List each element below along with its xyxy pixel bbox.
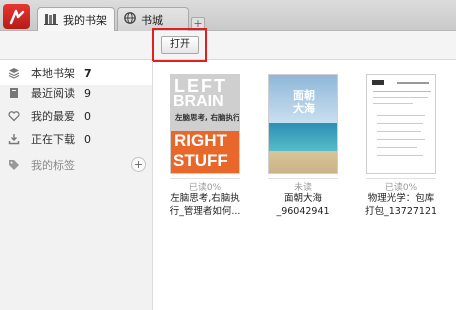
- book-title: 面朝大海_96042941: [258, 192, 348, 218]
- heart-icon: [8, 110, 20, 122]
- sidebar-item-count: 0: [84, 132, 91, 146]
- sidebar-item-label: 本地书架: [31, 67, 75, 80]
- cover-text-line: [377, 123, 423, 124]
- sidebar: 本地书架 7 最近阅读 9 我的最爱 0 正在下载 0 我的标签 +: [0, 61, 153, 310]
- book-title-line: 左脑思考,右脑执: [170, 193, 240, 204]
- cover-text-line: [373, 97, 428, 98]
- book-icon: [8, 87, 20, 99]
- book-item[interactable]: 已读0% 物理光学：包库 打包_13727121: [365, 74, 437, 217]
- book-title-line: 面朝大海_96042941: [276, 193, 330, 217]
- book-title-line: 行_管理者如何...: [169, 206, 241, 217]
- sidebar-item-count: 0: [84, 109, 91, 123]
- sidebar-item-label: 最近阅读: [31, 87, 75, 100]
- cover-text-line: [397, 82, 429, 84]
- sidebar-item-recent[interactable]: 最近阅读 9: [0, 81, 152, 105]
- bookshelf-icon: [44, 13, 58, 28]
- sidebar-item-label: 我的最爱: [31, 110, 75, 123]
- toolbar: [0, 31, 456, 60]
- cover-sand: [269, 151, 337, 173]
- cover-text-line: [373, 91, 431, 92]
- book-cover[interactable]: [366, 74, 436, 174]
- book-title: 左脑思考,右脑执 行_管理者如何...: [164, 192, 246, 218]
- book-title-line: 物理光学：包库: [367, 193, 435, 204]
- cover-sea: [269, 123, 337, 151]
- cover-text-line: [373, 103, 413, 104]
- sidebar-item-count: 7: [84, 66, 92, 80]
- cover-text-line: [377, 139, 425, 140]
- sidebar-item-downloading[interactable]: 正在下载 0: [0, 127, 152, 151]
- cover-title: 面朝大海: [293, 89, 315, 115]
- cover-word: BRAIN: [173, 93, 224, 110]
- divider: [170, 178, 240, 179]
- book-title: 物理光学：包库 打包_13727121: [360, 192, 442, 218]
- cover-text-line: [377, 115, 425, 116]
- stack-icon: [8, 67, 20, 79]
- book-title-line: 打包_13727121: [364, 206, 438, 217]
- divider: [268, 178, 338, 179]
- add-tag-button[interactable]: +: [131, 157, 146, 172]
- book-cover[interactable]: 面朝大海: [268, 74, 338, 174]
- app-logo-icon: [9, 9, 24, 24]
- sidebar-item-label: 我的标签: [31, 159, 75, 172]
- tab-bar: 我的书架 书城 +: [0, 0, 456, 32]
- cover-word: STUFF: [173, 151, 228, 170]
- book-cover[interactable]: LEFT BRAIN 左脑思考, 右脑执行 RIGHT STUFF: [170, 74, 240, 174]
- sidebar-item-tags[interactable]: 我的标签 +: [0, 153, 152, 177]
- cover-text-line: [377, 131, 421, 132]
- cover-header-block: [372, 80, 384, 85]
- sidebar-item-label: 正在下载: [31, 133, 75, 146]
- tab-my-bookshelf[interactable]: 我的书架: [37, 7, 115, 32]
- divider: [366, 178, 436, 179]
- open-button[interactable]: 打开: [161, 36, 199, 54]
- download-icon: [8, 133, 20, 145]
- book-item[interactable]: LEFT BRAIN 左脑思考, 右脑执行 RIGHT STUFF 已读0% 左…: [170, 74, 240, 217]
- globe-icon: [124, 12, 136, 27]
- tag-icon: [8, 159, 20, 171]
- cover-text-line: [377, 155, 423, 156]
- cover-banner: 左脑思考, 右脑执行: [175, 113, 240, 122]
- cover-text-line: [377, 147, 417, 148]
- app-logo[interactable]: [3, 4, 30, 29]
- tab-label: 我的书架: [63, 14, 107, 27]
- book-item[interactable]: 面朝大海 未读 面朝大海_96042941: [268, 74, 338, 217]
- tab-label: 书城: [141, 13, 163, 27]
- cover-word: RIGHT: [174, 131, 227, 150]
- sidebar-item-favorites[interactable]: 我的最爱 0: [0, 104, 152, 128]
- sidebar-item-count: 9: [84, 86, 91, 100]
